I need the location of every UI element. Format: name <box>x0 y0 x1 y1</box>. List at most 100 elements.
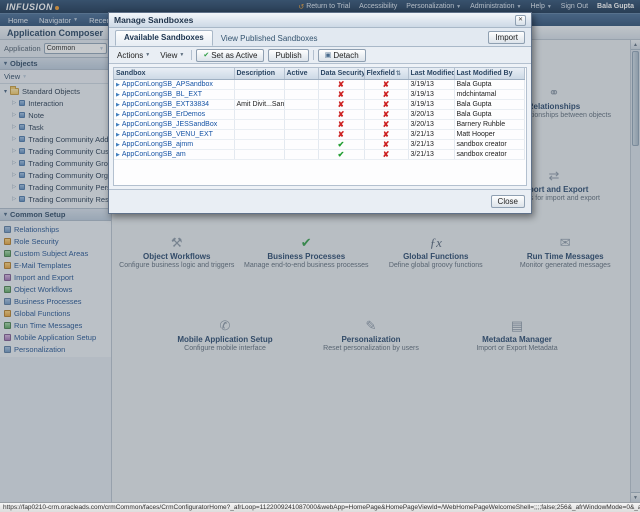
sandbox-active-cell <box>284 99 318 109</box>
sandbox-name-link[interactable]: AppConLongSB_am <box>122 151 186 158</box>
dialog-tabs: Available Sandboxes View Published Sandb… <box>109 28 531 47</box>
sandboxes-table: Sandbox Description Active Data Security <box>114 68 525 160</box>
column-header[interactable]: Last Modified By <box>454 68 524 79</box>
last-modified-by-cell: sandbox creator <box>454 149 524 159</box>
last-modified-by-cell: Bala Gupta <box>454 99 524 109</box>
row-expand-icon[interactable]: ▶ <box>116 152 120 158</box>
sandbox-row[interactable]: ▶AppConLongSB_APSandbox ✘ ✘ 3/19/13 Bala… <box>114 79 524 89</box>
toolbar-separator <box>313 50 314 60</box>
last-modified-by-cell: Bala Gupta <box>454 109 524 119</box>
column-header-label: Last Modified <box>411 70 455 77</box>
column-header-label: Data Security <box>321 70 365 77</box>
flexfield-mark-icon: ✘ <box>383 140 390 149</box>
row-expand-icon[interactable]: ▶ <box>116 102 120 108</box>
sandboxes-table-container: Sandbox Description Active Data Security <box>113 67 527 186</box>
column-header-label: Active <box>287 70 308 77</box>
detach-button[interactable]: ▣ Detach <box>318 49 366 62</box>
data-security-mark-icon: ✔ <box>338 140 345 149</box>
close-button[interactable]: Close <box>491 195 525 208</box>
sandbox-description: Amit Divit...Sandbo... <box>234 99 284 109</box>
sandbox-row[interactable]: ▶AppConLongSB_JESSandBox ✘ ✘ 3/20/13 Bar… <box>114 119 524 129</box>
data-security-mark-icon: ✘ <box>338 120 345 129</box>
publish-button[interactable]: Publish <box>268 49 308 62</box>
dialog-toolbar: Actions ▼ View ▼ ✔ Set as Active Publish… <box>109 47 531 64</box>
toolbar-separator <box>191 50 192 60</box>
column-header[interactable]: Data Security <box>318 68 364 79</box>
dialog-footer: Close <box>109 189 531 213</box>
sandbox-row[interactable]: ▶AppConLongSB_BL_EXT ✘ ✘ 3/19/13 mdchint… <box>114 89 524 99</box>
column-header[interactable]: Last Modified <box>408 68 454 79</box>
sandbox-row[interactable]: ▶AppConLongSB_ajmm ✔ ✘ 3/21/13 sandbox c… <box>114 139 524 149</box>
table-body: ▶AppConLongSB_APSandbox ✘ ✘ 3/19/13 Bala… <box>114 79 524 159</box>
flexfield-mark-icon: ✘ <box>383 150 390 159</box>
sort-icon[interactable]: ⇅ <box>396 71 401 77</box>
flexfield-mark-icon: ✘ <box>383 80 390 89</box>
column-header[interactable]: Active <box>284 68 318 79</box>
close-icon[interactable]: ✕ <box>515 15 526 26</box>
status-url: https://fap0210-crm.oracleads.com/crmCom… <box>3 504 640 511</box>
last-modified-by-cell: Barnery Ruhble <box>454 119 524 129</box>
actions-menu-label: Actions <box>117 51 143 60</box>
last-modified-cell: 3/19/13 <box>408 99 454 109</box>
column-header[interactable]: Description <box>234 68 284 79</box>
sandbox-name-link[interactable]: AppConLongSB_VENU_EXT <box>122 131 213 138</box>
set-active-icon: ✔ <box>203 51 209 59</box>
sandbox-row[interactable]: ▶AppConLongSB_am ✔ ✘ 3/21/13 sandbox cre… <box>114 149 524 159</box>
sandbox-description <box>234 109 284 119</box>
dialog-titlebar: Manage Sandboxes ✕ <box>109 13 531 28</box>
sandbox-active-cell <box>284 89 318 99</box>
column-header[interactable]: Flexfield⇅ <box>364 68 408 79</box>
data-security-mark-icon: ✘ <box>338 80 345 89</box>
sandbox-description <box>234 149 284 159</box>
view-menu[interactable]: View ▼ <box>157 50 187 61</box>
detach-label: Detach <box>333 51 358 60</box>
sandbox-active-cell <box>284 109 318 119</box>
row-expand-icon[interactable]: ▶ <box>116 132 120 138</box>
row-expand-icon[interactable]: ▶ <box>116 92 120 98</box>
import-button[interactable]: Import <box>488 31 525 44</box>
caret-down-icon: ▼ <box>145 52 150 58</box>
row-expand-icon[interactable]: ▶ <box>116 142 120 148</box>
data-security-mark-icon: ✘ <box>338 130 345 139</box>
last-modified-cell: 3/21/13 <box>408 139 454 149</box>
sandbox-description <box>234 129 284 139</box>
row-expand-icon[interactable]: ▶ <box>116 122 120 128</box>
view-menu-label: View <box>160 51 177 60</box>
browser-status-bar: https://fap0210-crm.oracleads.com/crmCom… <box>0 502 640 512</box>
tab-available-sandboxes[interactable]: Available Sandboxes <box>115 30 213 46</box>
row-expand-icon[interactable]: ▶ <box>116 82 120 88</box>
sandbox-name-link[interactable]: AppConLongSB_ajmm <box>122 141 193 148</box>
table-header-row: Sandbox Description Active Data Security <box>114 68 524 79</box>
sandbox-row[interactable]: ▶AppConLongSB_VENU_EXT ✘ ✘ 3/21/13 Matt … <box>114 129 524 139</box>
sandbox-name-link[interactable]: AppConLongSB_APSandbox <box>122 81 213 88</box>
last-modified-cell: 3/19/13 <box>408 79 454 89</box>
set-as-active-button[interactable]: ✔ Set as Active <box>196 49 264 62</box>
flexfield-mark-icon: ✘ <box>383 110 390 119</box>
row-expand-icon[interactable]: ▶ <box>116 112 120 118</box>
last-modified-by-cell: mdchintamal <box>454 89 524 99</box>
set-as-active-label: Set as Active <box>211 51 257 60</box>
last-modified-cell: 3/21/13 <box>408 129 454 139</box>
sandbox-name-link[interactable]: AppConLongSB_EXT33834 <box>122 101 209 108</box>
manage-sandboxes-dialog: Manage Sandboxes ✕ Available Sandboxes V… <box>108 12 532 214</box>
sandbox-name-link[interactable]: AppConLongSB_BL_EXT <box>122 91 202 98</box>
sandbox-name-link[interactable]: AppConLongSB_JESSandBox <box>122 121 217 128</box>
flexfield-mark-icon: ✘ <box>383 120 390 129</box>
sandbox-description <box>234 79 284 89</box>
dialog-title: Manage Sandboxes <box>114 15 193 25</box>
last-modified-cell: 3/20/13 <box>408 119 454 129</box>
actions-menu[interactable]: Actions ▼ <box>114 50 153 61</box>
sandbox-row[interactable]: ▶AppConLongSB_EXT33834 Amit Divit...Sand… <box>114 99 524 109</box>
sandbox-row[interactable]: ▶AppConLongSB_ErDemos ✘ ✘ 3/20/13 Bala G… <box>114 109 524 119</box>
column-header-label: Description <box>237 70 276 77</box>
sandbox-active-cell <box>284 149 318 159</box>
column-header[interactable]: Sandbox <box>114 68 234 79</box>
last-modified-cell: 3/19/13 <box>408 89 454 99</box>
sandbox-name-link[interactable]: AppConLongSB_ErDemos <box>122 111 205 118</box>
data-security-mark-icon: ✘ <box>338 90 345 99</box>
last-modified-by-cell: Matt Hooper <box>454 129 524 139</box>
sandbox-active-cell <box>284 139 318 149</box>
sandbox-description <box>234 139 284 149</box>
column-header-label: Flexfield <box>367 70 395 77</box>
tab-view-published-sandboxes[interactable]: View Published Sandboxes <box>213 32 326 46</box>
